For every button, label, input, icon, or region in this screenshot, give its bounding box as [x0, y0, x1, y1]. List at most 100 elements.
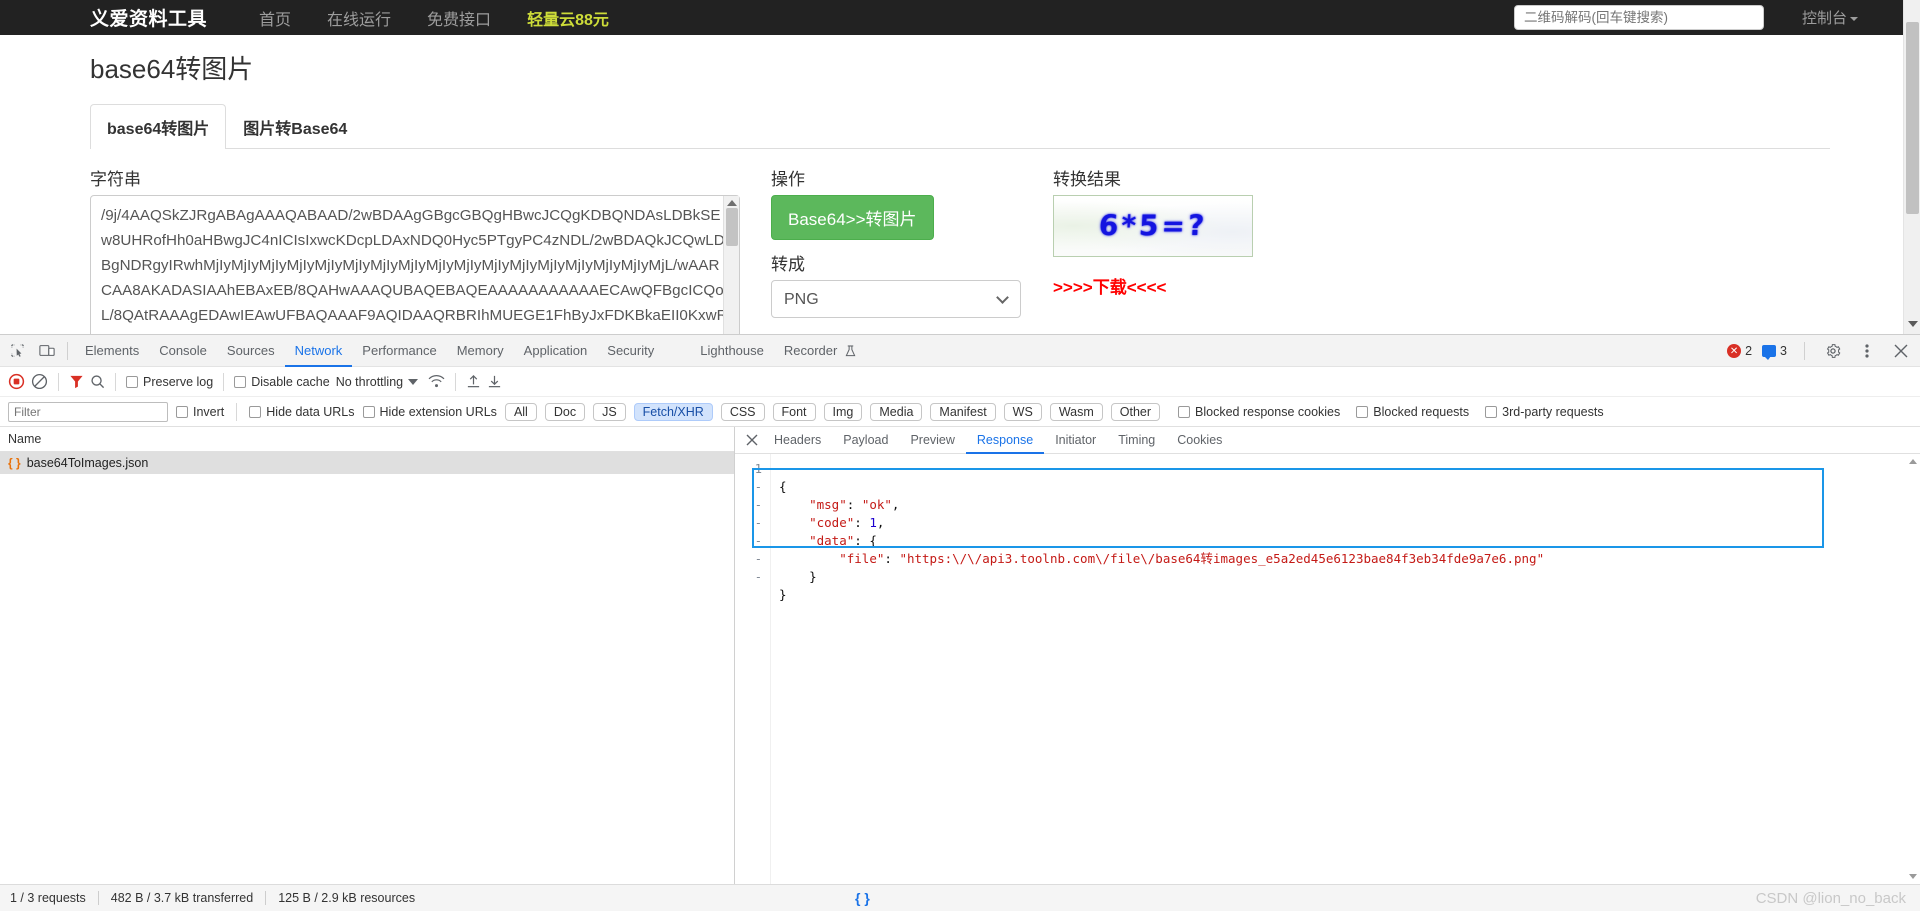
devtools-tab-memory[interactable]: Memory [447, 335, 514, 367]
device-toolbar-icon[interactable] [34, 338, 60, 364]
network-filter-input[interactable] [8, 401, 168, 422]
close-devtools-icon[interactable] [1888, 338, 1914, 364]
detail-tab-payload[interactable]: Payload [832, 427, 899, 454]
code-line: "msg": "ok", [779, 497, 899, 512]
detail-tab-timing[interactable]: Timing [1107, 427, 1166, 454]
watermark: CSDN @lion_no_back [1755, 889, 1906, 907]
blocked-response-cookies-checkbox[interactable]: Blocked response cookies [1178, 405, 1340, 419]
third-party-requests-checkbox[interactable]: 3rd-party requests [1485, 405, 1604, 419]
convert-to-image-button[interactable]: Base64>>转图片 [771, 195, 934, 240]
format-select-wrap: PNG [771, 280, 1021, 318]
export-har-icon[interactable] [487, 374, 502, 389]
checkbox-icon [234, 375, 247, 388]
devtools-tab-console[interactable]: Console [149, 335, 217, 367]
request-list-pane: Name { } base64ToImages.json [0, 427, 735, 884]
devtools-tab-network[interactable]: Network [285, 335, 353, 367]
textarea-scroll-thumb[interactable] [726, 208, 738, 246]
format-json-icon[interactable]: { } [855, 890, 870, 906]
type-filter-fetch-xhr[interactable]: Fetch/XHR [633, 402, 713, 421]
base64-input[interactable]: /9j/4AAQSkZJRgABAgAAAQABAAD/2wBDAAgGBgcG… [90, 195, 740, 334]
console-menu[interactable]: 控制台 [1802, 7, 1858, 28]
request-name: base64ToImages.json [26, 456, 149, 470]
json-key-file: "file" [839, 551, 885, 566]
filter-funnel-icon[interactable] [69, 374, 84, 389]
type-filter-other[interactable]: Other [1110, 402, 1161, 421]
response-body-viewer[interactable]: 1------ { "msg": "ok", "code": 1, "data"… [735, 454, 1920, 884]
scroll-up-icon[interactable] [1909, 459, 1917, 464]
devtools-tab-performance[interactable]: Performance [352, 335, 446, 367]
network-filter-bar: Invert Hide data URLs Hide extension URL… [0, 397, 1920, 427]
more-options-icon[interactable] [1854, 338, 1880, 364]
devtools-tab-application[interactable]: Application [514, 335, 598, 367]
code-line: } [779, 587, 787, 602]
type-filter-css[interactable]: CSS [720, 402, 765, 421]
detail-tab-headers[interactable]: Headers [763, 427, 832, 454]
record-button-icon[interactable] [8, 373, 25, 390]
type-filter-js[interactable]: JS [593, 402, 626, 421]
nav-link-online-run[interactable]: 在线运行 [309, 6, 409, 30]
throttling-select[interactable]: No throttling [335, 374, 419, 389]
devtools-tab-sources[interactable]: Sources [217, 335, 285, 367]
detail-tab-response[interactable]: Response [966, 427, 1044, 454]
inspect-element-icon[interactable] [4, 338, 30, 364]
close-detail-icon[interactable] [741, 429, 763, 451]
tab-base64-to-image[interactable]: base64转图片 [90, 104, 227, 149]
error-count-badge[interactable]: ✕ 2 [1727, 344, 1752, 358]
tool-panels: 字符串 /9j/4AAQSkZJRgABAgAAAQABAAD/2wBDAAgG… [90, 149, 1920, 334]
type-filter-doc[interactable]: Doc [544, 402, 586, 421]
search-icon[interactable] [90, 374, 105, 389]
download-link[interactable]: >>>>下载<<<< [1053, 273, 1166, 298]
devtools-tab-lighthouse[interactable]: Lighthouse [690, 335, 774, 367]
response-code: { "msg": "ok", "code": 1, "data": { "fil… [771, 454, 1920, 884]
hide-data-urls-checkbox[interactable]: Hide data URLs [249, 405, 355, 419]
scroll-up-icon[interactable] [727, 200, 737, 206]
tab-image-to-base64[interactable]: 图片转Base64 [226, 104, 364, 149]
scroll-down-icon[interactable] [1908, 321, 1918, 327]
message-count-badge[interactable]: 3 [1762, 344, 1787, 360]
textarea-scrollbar[interactable] [723, 196, 739, 334]
clear-button-icon[interactable] [31, 373, 48, 390]
type-filter-media[interactable]: Media [870, 402, 923, 421]
type-filter-manifest[interactable]: Manifest [930, 402, 996, 421]
page-scrollbar[interactable] [1903, 0, 1920, 334]
type-filter-font[interactable]: Font [772, 402, 816, 421]
table-row[interactable]: { } base64ToImages.json [0, 452, 734, 474]
detail-tab-preview[interactable]: Preview [899, 427, 965, 454]
devtools-tab-recorder[interactable]: Recorder [774, 335, 866, 367]
page-scroll-thumb[interactable] [1906, 22, 1919, 214]
page-tabs: base64转图片 图片转Base64 [90, 104, 1830, 149]
qrcode-search-input[interactable] [1513, 5, 1764, 30]
disable-cache-checkbox[interactable]: Disable cache [234, 375, 330, 389]
settings-gear-icon[interactable] [1820, 338, 1846, 364]
toolbar-divider [455, 372, 457, 391]
json-value-code: 1 [869, 515, 877, 530]
preserve-log-checkbox[interactable]: Preserve log [126, 375, 213, 389]
type-filter-ws[interactable]: WS [1003, 402, 1042, 421]
nav-link-home[interactable]: 首页 [241, 6, 309, 30]
request-list-header[interactable]: Name [0, 427, 734, 452]
network-conditions-icon[interactable] [428, 374, 445, 389]
string-label: 字符串 [90, 170, 141, 189]
import-har-icon[interactable] [466, 374, 481, 389]
type-filter-all[interactable]: All [504, 402, 537, 421]
hide-extension-urls-checkbox[interactable]: Hide extension URLs [362, 405, 497, 419]
nav-link-free-api[interactable]: 免费接口 [409, 6, 509, 30]
code-line: } [779, 569, 817, 584]
nav-link-cloud-promo[interactable]: 轻量云88元 [509, 6, 627, 30]
type-filter-img[interactable]: Img [823, 402, 863, 421]
result-image: 6*5=? [1053, 195, 1253, 257]
response-scrollbar[interactable] [1906, 454, 1920, 884]
throttling-label: No throttling [335, 374, 404, 389]
scroll-down-icon[interactable] [1909, 874, 1917, 879]
detail-tab-cookies[interactable]: Cookies [1166, 427, 1233, 454]
network-toolbar: Preserve log Disable cache No throttling [0, 367, 1920, 397]
invert-checkbox[interactable]: Invert [176, 405, 224, 419]
devtools-tab-elements[interactable]: Elements [75, 335, 149, 367]
toolbar-divider [236, 402, 238, 421]
code-line: "file": "https:\/\/api3.toolnb.com\/file… [779, 551, 1544, 566]
format-select[interactable]: PNG [771, 280, 1021, 318]
blocked-requests-checkbox[interactable]: Blocked requests [1356, 405, 1469, 419]
detail-tab-initiator[interactable]: Initiator [1044, 427, 1107, 454]
type-filter-wasm[interactable]: Wasm [1049, 402, 1103, 421]
devtools-tab-security[interactable]: Security [597, 335, 664, 367]
